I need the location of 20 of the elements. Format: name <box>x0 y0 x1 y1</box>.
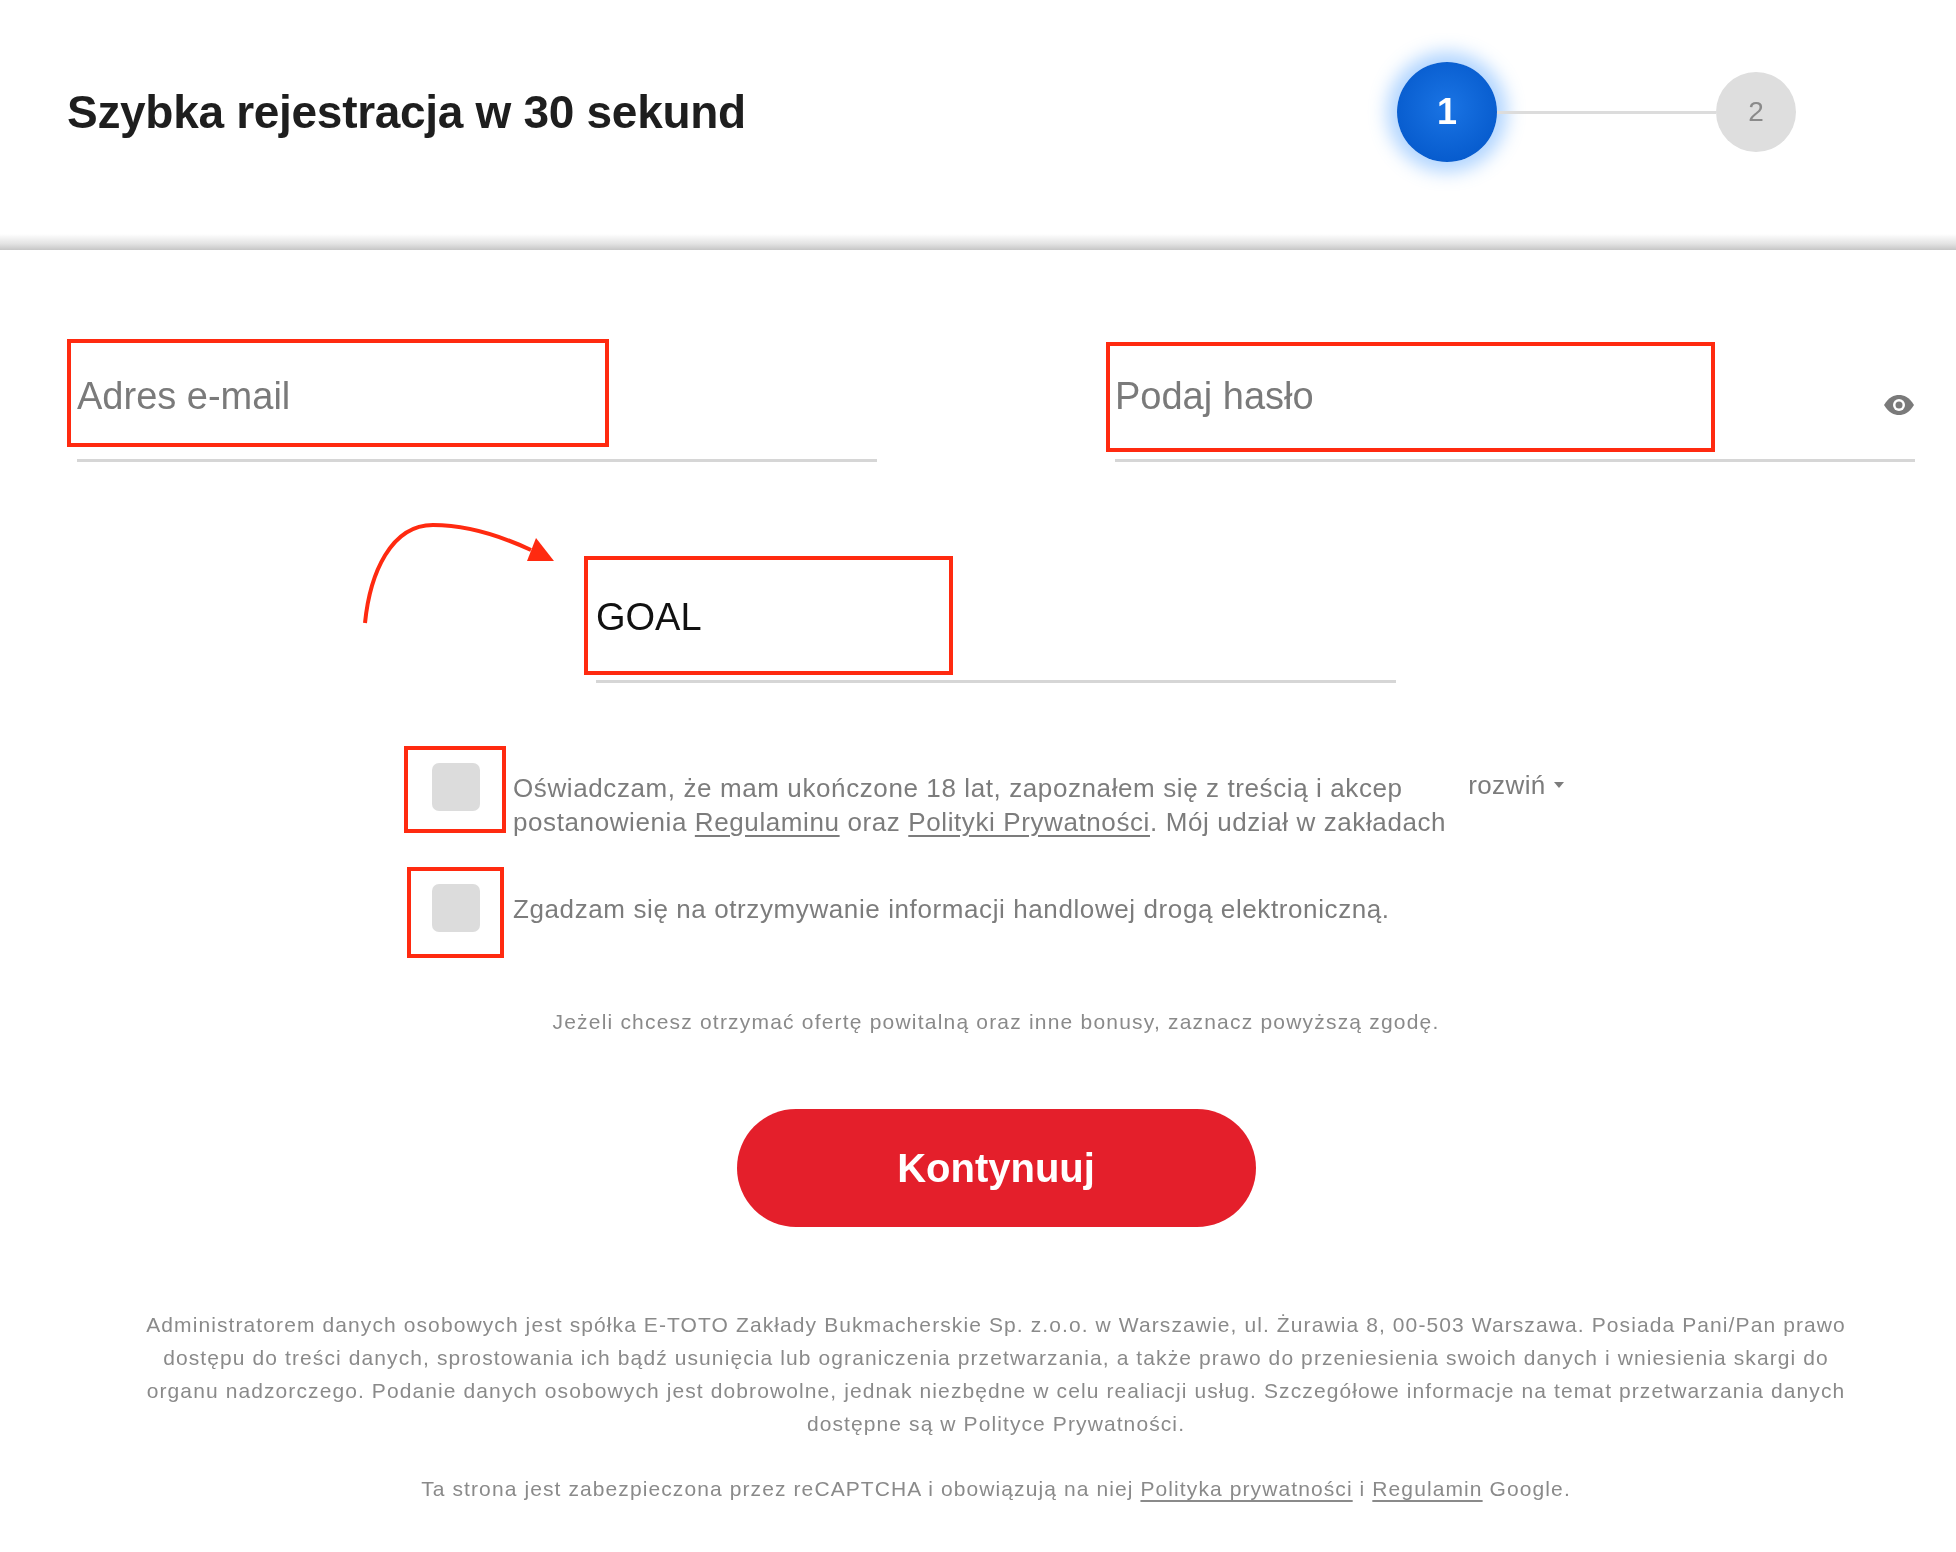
password-field[interactable]: Podaj hasło <box>1115 342 1915 462</box>
checkbox[interactable] <box>432 884 480 932</box>
eye-icon[interactable] <box>1884 395 1914 415</box>
caret-icon <box>1553 782 1564 788</box>
checkbox[interactable] <box>432 763 480 811</box>
text-link[interactable]: Polityki Prywatności <box>908 807 1150 837</box>
hint-text: Jeżeli chcesz otrzymać ofertę powitalną oraz inne bonusy, zaznacz powyższą zgodę. <box>552 1009 1440 1035</box>
text-link[interactable]: Regulamin <box>1372 1477 1483 1500</box>
continue-button[interactable]: Kontynuuj <box>736 1109 1256 1227</box>
consent-text: Oświadczam, że mam ukończone 18 lat, zapoznałem się z treścią i akcep postanowienia Regulaminu oraz Polityki Prywatności. Mój udział w zakładach <box>513 772 1447 839</box>
step-indicator: 2 <box>1716 72 1796 152</box>
email-field[interactable]: Adres e-mail <box>77 342 877 462</box>
recaptcha-notice: Ta strona jest zabezpieczona przez reCAPTCHA i obowiązują na niej Polityka prywatności i Regulamin Google. <box>421 1476 1571 1502</box>
consent-text: Zgadzam się na otrzymywanie informacji handlowej drogą elektroniczną. <box>513 893 1390 926</box>
text-link[interactable]: Regulaminu <box>694 807 840 837</box>
text-link[interactable]: Polityka prywatności <box>1140 1477 1353 1500</box>
step-indicator: 1 <box>1397 62 1497 162</box>
privacy-notice: Administratorem danych osobowych jest spółka E-TOTO Zakłady Bukmacherskie Sp. z.o.o. w Warszawie, ul. Żurawia 8, 00-503 Warszawa. Posiada Pani/Pan prawo dostępu do treści danych, sprostowania ich bądź usunięcia lub ograniczenia przetwarzania, a także prawo do przeniesienia swoich danych i wniesienia skargi do organu nadzorczego. Podanie danych osobowych jest dobrowolne, jednak niezbędne w celu realiacji usług. Szczegółowe informacje na temat przetwarzania danych dostępne są w Polityce Prywatności. <box>146 1312 1846 1437</box>
page-title: Szybka rejestracja w 30 sekund <box>67 85 746 140</box>
code-field[interactable]: GOAL <box>596 563 1396 683</box>
